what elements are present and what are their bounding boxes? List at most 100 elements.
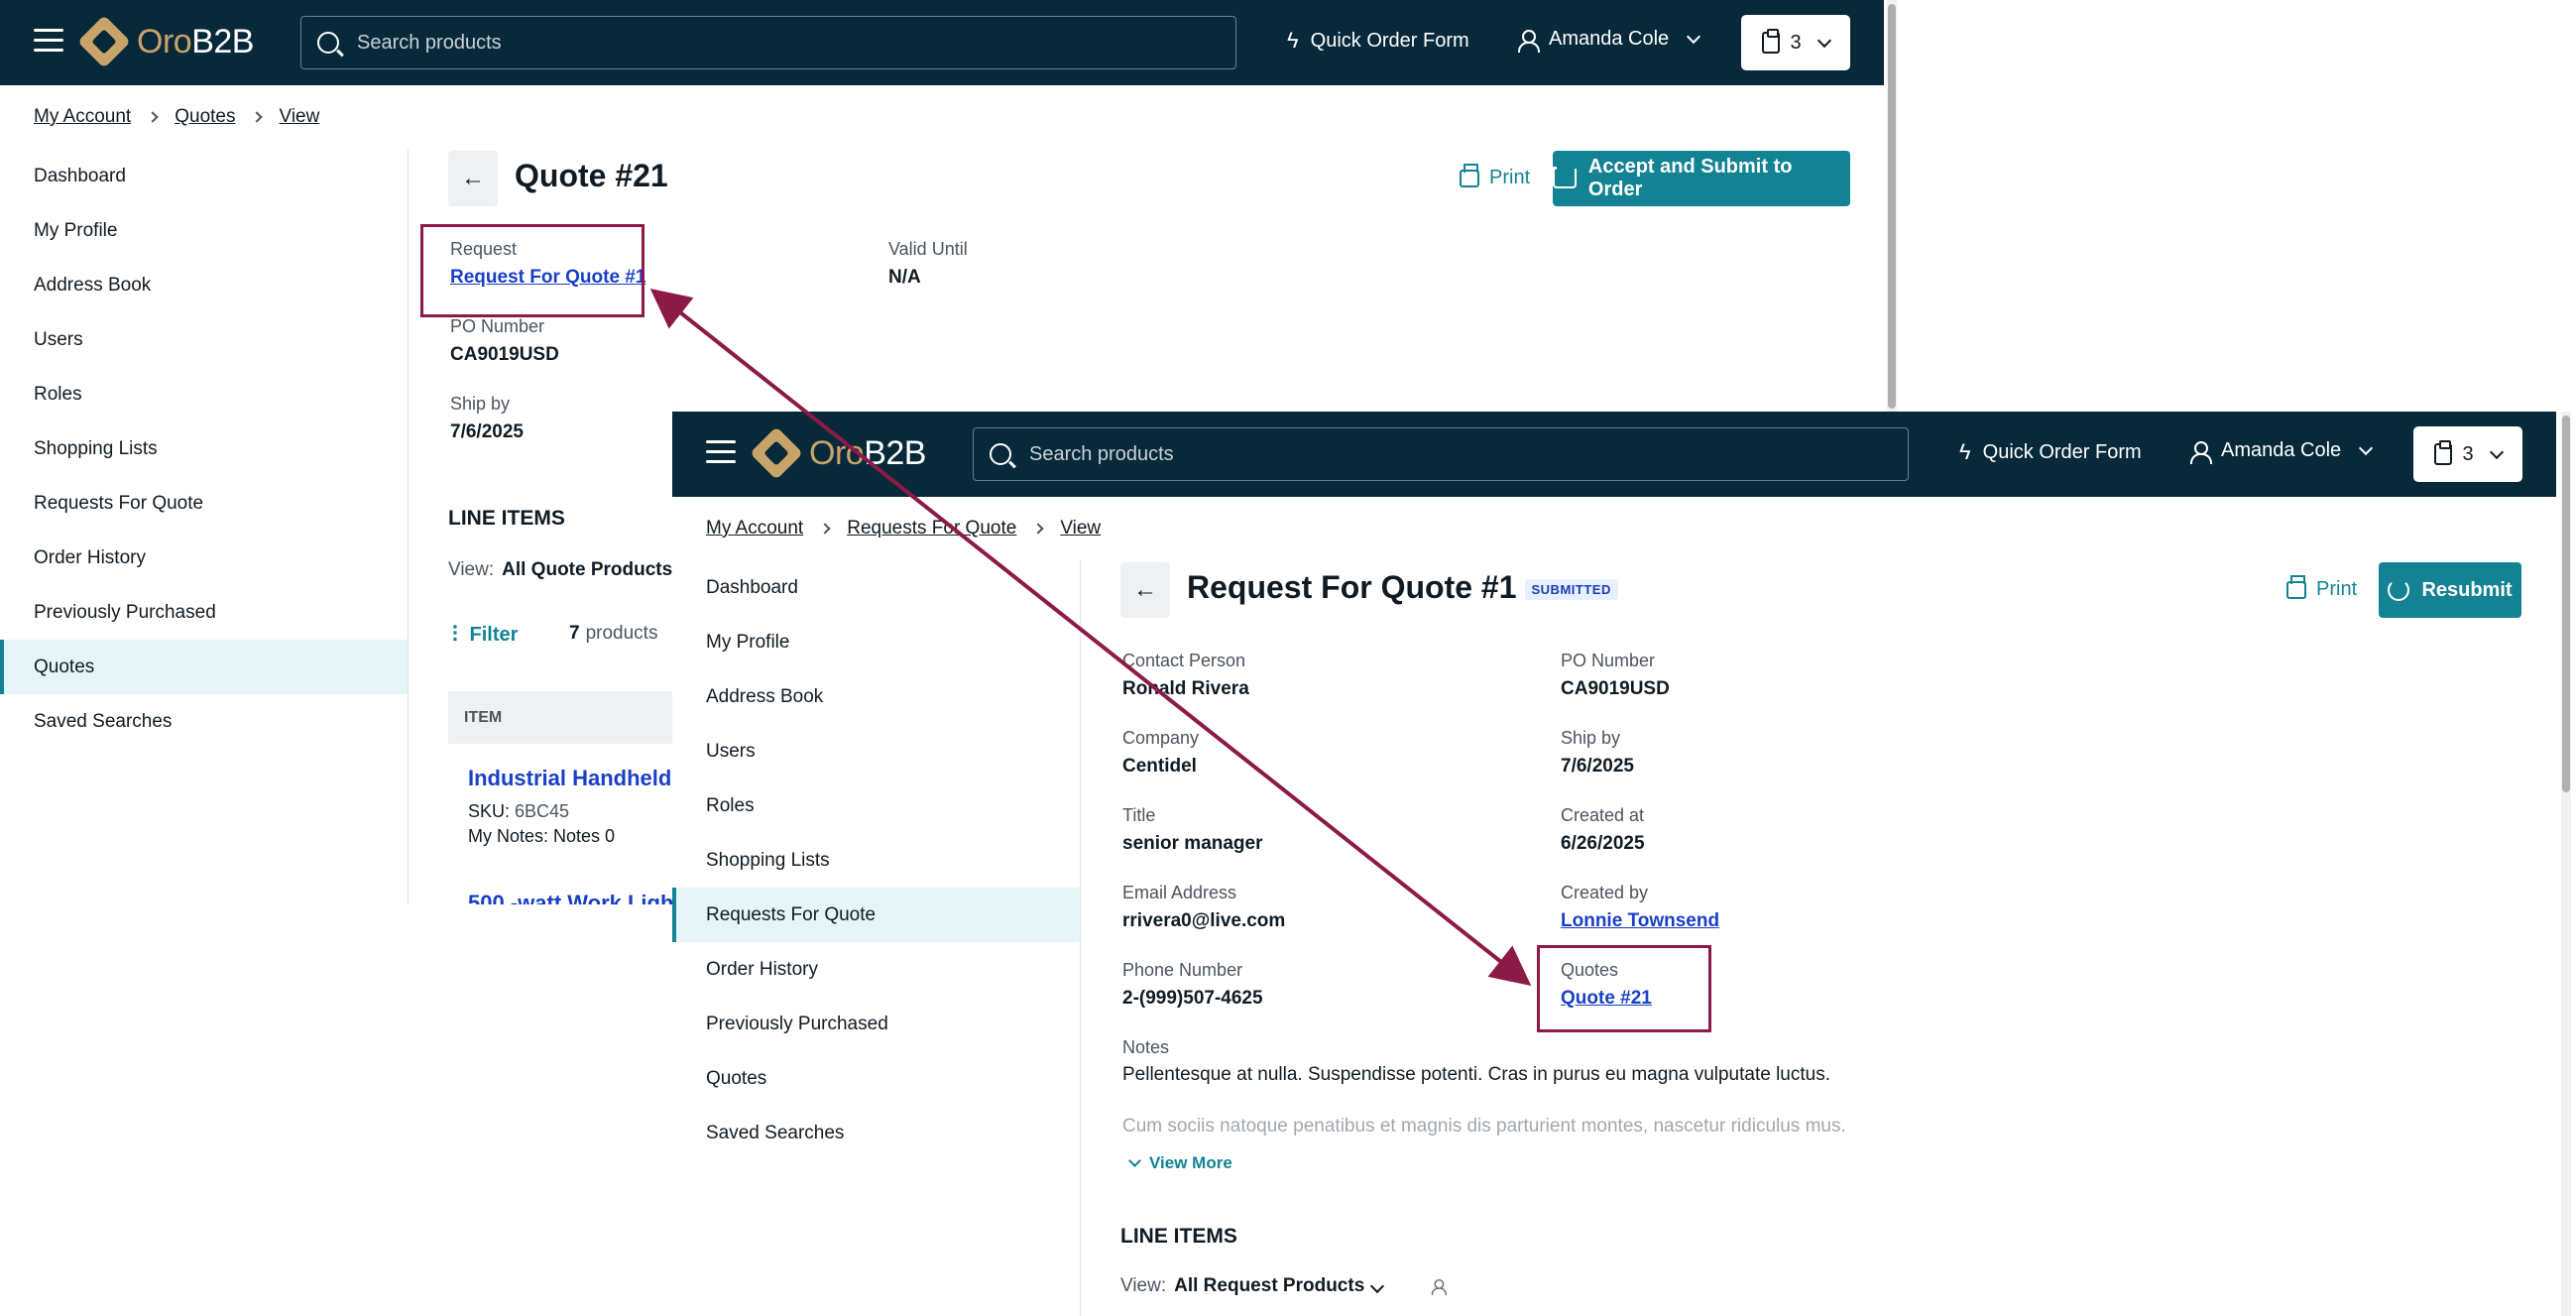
sidebar-item-saved-searches[interactable]: Saved Searches: [672, 1106, 1080, 1160]
sidebar-item-roles[interactable]: Roles: [672, 778, 1080, 833]
sidebar-item-my-profile[interactable]: My Profile: [0, 203, 408, 258]
print-label: Print: [2316, 578, 2358, 600]
search-box[interactable]: [973, 427, 1909, 481]
breadcrumb-requests-for-quote[interactable]: Requests For Quote: [847, 518, 1016, 539]
sidebar-item-order-history[interactable]: Order History: [672, 942, 1080, 997]
email-label: Email Address: [1122, 883, 1237, 902]
logo-mark-icon: [750, 426, 803, 480]
created-by-link[interactable]: Lonnie Townsend: [1561, 910, 1719, 931]
quick-order-link[interactable]: ϟ Quick Order Form: [1959, 439, 2142, 465]
back-button[interactable]: ←: [448, 151, 498, 206]
product-name-link[interactable]: Industrial Handheld Fl: [468, 766, 697, 791]
notes-text-line-1: Pellentesque at nulla. Suspendisse poten…: [1122, 1064, 1831, 1085]
product-notes: My Notes: Notes 0: [468, 826, 616, 846]
line-items-heading: LINE ITEMS: [1120, 1225, 1237, 1248]
view-label: View:: [448, 559, 495, 580]
sidebar-item-quotes[interactable]: Quotes: [672, 1051, 1080, 1106]
chevron-down-icon: [1370, 1278, 1385, 1294]
user-icon: [1517, 29, 1540, 53]
contact-person-field: Contact Person Ronald Rivera: [1122, 651, 1249, 700]
user-menu[interactable]: Amanda Cole: [1517, 28, 1701, 53]
title-field: Title senior manager: [1122, 805, 1263, 855]
breadcrumb-view[interactable]: View: [279, 106, 319, 128]
cart-icon: [1549, 167, 1577, 188]
line-items-view-selector[interactable]: View: All Quote Products: [448, 559, 672, 581]
sidebar-item-shopping-lists[interactable]: Shopping Lists: [672, 833, 1080, 888]
created-by-label: Created by: [1561, 883, 1649, 902]
accept-submit-label: Accept and Submit to Order: [1587, 156, 1793, 200]
logo[interactable]: OroB2B: [750, 426, 926, 480]
phone-field: Phone Number 2-(999)507-4625: [1122, 960, 1263, 1010]
sidebar-item-previously-purchased[interactable]: Previously Purchased: [672, 997, 1080, 1051]
search-input[interactable]: [357, 31, 1210, 55]
shopping-list-button[interactable]: 3: [2413, 426, 2522, 482]
quote-link[interactable]: Quote #21: [1561, 988, 1652, 1009]
print-button[interactable]: Print: [2286, 574, 2358, 601]
view-more-button[interactable]: View More: [1128, 1153, 1232, 1173]
product-name-link-2[interactable]: 500 -watt Work Light: [468, 891, 681, 904]
print-button[interactable]: Print: [1460, 163, 1531, 189]
products-count-number: 7: [569, 623, 580, 644]
created-at-field: Created at 6/26/2025: [1561, 805, 1645, 855]
sidebar-item-users[interactable]: Users: [0, 312, 408, 367]
sku-label: SKU:: [468, 801, 511, 821]
scrollbar-thumb[interactable]: [2562, 416, 2570, 792]
sidebar-item-dashboard[interactable]: Dashboard: [672, 560, 1080, 615]
sidebar-item-requests-for-quote[interactable]: Requests For Quote: [672, 888, 1080, 942]
account-sidebar: Dashboard My Profile Address Book Users …: [672, 560, 1081, 1316]
line-items-view-selector[interactable]: View: All Request Products: [1120, 1275, 1448, 1297]
chevron-down-icon: [1128, 1154, 1141, 1167]
filter-button[interactable]: ⫶ Filter: [452, 622, 518, 648]
sidebar-item-dashboard[interactable]: Dashboard: [0, 149, 408, 203]
print-label: Print: [1489, 167, 1531, 188]
scrollbar-thumb[interactable]: [1888, 4, 1896, 409]
sidebar-item-quotes[interactable]: Quotes: [0, 640, 408, 694]
sidebar-item-requests-for-quote[interactable]: Requests For Quote: [0, 476, 408, 531]
sidebar-item-users[interactable]: Users: [672, 724, 1080, 778]
accept-submit-order-button[interactable]: Accept and Submit to Order: [1549, 151, 1850, 206]
search-box[interactable]: [300, 16, 1236, 69]
quotes-label: Quotes: [1561, 960, 1619, 980]
sidebar-item-roles[interactable]: Roles: [0, 367, 408, 421]
page-title: Quote #21: [515, 158, 668, 193]
user-icon[interactable]: [1431, 1278, 1447, 1296]
printer-icon: [2286, 574, 2306, 599]
page-title: Request For Quote #1 SUBMITTED: [1187, 569, 1618, 606]
sidebar-item-address-book[interactable]: Address Book: [672, 669, 1080, 724]
breadcrumb-my-account[interactable]: My Account: [706, 518, 803, 539]
sidebar-item-shopping-lists[interactable]: Shopping Lists: [0, 421, 408, 476]
back-button[interactable]: ←: [1120, 562, 1170, 618]
arrow-left-icon: ←: [1133, 576, 1157, 603]
request-link[interactable]: Request For Quote #1: [450, 267, 645, 288]
hamburger-menu-icon[interactable]: [34, 29, 63, 55]
notes-label: Notes: [1122, 1037, 1170, 1057]
phone-label: Phone Number: [1122, 960, 1243, 980]
page-scrollbar[interactable]: [2561, 412, 2571, 1316]
status-badge: SUBMITTED: [1524, 579, 1618, 601]
ship-by-field: Ship by 7/6/2025: [450, 394, 524, 443]
po-number-label: PO Number: [450, 316, 545, 336]
chevron-down-icon: [2489, 444, 2504, 459]
logo[interactable]: OroB2B: [77, 15, 254, 68]
contact-person-value: Ronald Rivera: [1122, 678, 1249, 699]
chevron-down-icon: [1816, 33, 1831, 48]
resubmit-button[interactable]: Resubmit: [2379, 562, 2521, 618]
shopping-list-button[interactable]: 3: [1741, 15, 1850, 70]
view-value: All Quote Products: [502, 559, 673, 580]
hamburger-menu-icon[interactable]: [706, 440, 736, 466]
sidebar-item-order-history[interactable]: Order History: [0, 531, 408, 585]
user-menu[interactable]: Amanda Cole: [2189, 439, 2374, 464]
sidebar-item-previously-purchased[interactable]: Previously Purchased: [0, 585, 408, 640]
breadcrumb-view[interactable]: View: [1060, 518, 1101, 539]
sidebar-item-my-profile[interactable]: My Profile: [672, 615, 1080, 669]
email-field: Email Address rrivera0@live.com: [1122, 883, 1285, 932]
quick-order-link[interactable]: ϟ Quick Order Form: [1287, 28, 1469, 54]
search-input[interactable]: [1029, 442, 1882, 466]
created-at-label: Created at: [1561, 805, 1645, 825]
breadcrumb-quotes[interactable]: Quotes: [175, 106, 235, 128]
sidebar-item-address-book[interactable]: Address Book: [0, 258, 408, 312]
sidebar-item-saved-searches[interactable]: Saved Searches: [0, 694, 408, 749]
logo-text-b2b: B2B: [191, 22, 254, 60]
breadcrumb-my-account[interactable]: My Account: [34, 106, 131, 128]
po-number-field: PO Number CA9019USD: [1561, 651, 1670, 700]
